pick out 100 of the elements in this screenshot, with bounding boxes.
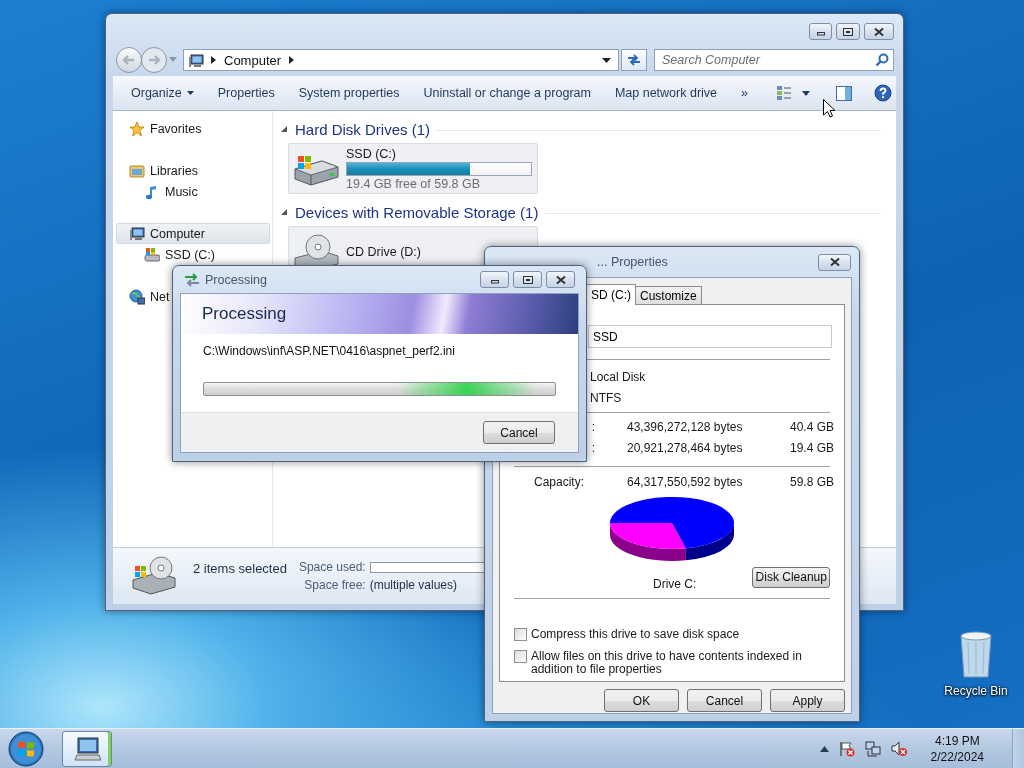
command-button[interactable]: Uninstall or change a program bbox=[415, 82, 599, 104]
nav-item[interactable]: SSD (C:) bbox=[116, 244, 270, 265]
caret-icon bbox=[802, 90, 810, 96]
clock[interactable]: 4:19 PM 2/22/2024 bbox=[930, 733, 984, 764]
drive-label: Drive C: bbox=[653, 576, 698, 591]
maximize-icon bbox=[841, 26, 855, 37]
preview-pane-button[interactable] bbox=[834, 83, 854, 103]
space-label: : bbox=[591, 418, 595, 436]
close-button[interactable] bbox=[818, 253, 851, 271]
checkbox[interactable] bbox=[514, 628, 527, 641]
size-value: 59.8 GB bbox=[790, 473, 835, 491]
computer-icon bbox=[188, 52, 205, 68]
menu-button[interactable]: Organize bbox=[123, 82, 202, 104]
chevron-right-icon bbox=[211, 56, 216, 64]
nav-item[interactable]: Computer bbox=[116, 223, 270, 244]
breadcrumb[interactable]: Computer bbox=[222, 52, 284, 68]
help-button[interactable] bbox=[872, 82, 894, 104]
space-label: : bbox=[591, 439, 595, 457]
file-path: C:\Windows\inf\ASP.NET\0416\aspnet_perf2.ini bbox=[203, 344, 456, 358]
nav-item[interactable]: Net bbox=[116, 286, 270, 307]
caret-icon bbox=[186, 91, 194, 95]
drive-tile[interactable]: SSD (C:) 19.4 GB free of 59.8 GB bbox=[288, 143, 538, 194]
clock-date: 2/22/2024 bbox=[930, 749, 984, 764]
drive-name-field[interactable]: SSD bbox=[588, 325, 832, 348]
nav-item[interactable]: Libraries bbox=[116, 160, 270, 181]
size-value: 40.4 GB bbox=[790, 418, 835, 436]
recycle-bin-icon[interactable] bbox=[958, 630, 994, 680]
drive-type: Local Disk bbox=[590, 369, 646, 384]
checkbox[interactable] bbox=[514, 650, 527, 663]
search-field[interactable]: Search Computer bbox=[654, 49, 894, 71]
refresh-button[interactable] bbox=[621, 49, 647, 71]
detail-value: (multiple values) bbox=[369, 578, 459, 592]
globe-icon bbox=[129, 288, 145, 305]
views-dropdown-button[interactable] bbox=[800, 88, 812, 98]
drive-name: CD Drive (D:) bbox=[346, 244, 422, 259]
network-icon[interactable] bbox=[864, 740, 881, 757]
dialog-heading: Processing bbox=[202, 304, 287, 324]
byte-count: 64,317,550,592 bytes bbox=[627, 473, 744, 491]
collapse-arrow-icon[interactable] bbox=[281, 125, 288, 133]
dialog-button[interactable]: OK bbox=[604, 689, 679, 712]
muted-speaker-icon[interactable] bbox=[890, 740, 907, 757]
minimize-button[interactable] bbox=[480, 271, 509, 288]
group-header: Hard Disk Drives (1) bbox=[295, 120, 430, 138]
group-header: Devices with Removable Storage (1) bbox=[295, 203, 539, 221]
close-button[interactable] bbox=[864, 23, 894, 40]
byte-count: 43,396,272,128 bytes bbox=[627, 418, 744, 436]
views-button[interactable] bbox=[774, 83, 794, 103]
selection-summary: 2 items selected bbox=[193, 561, 287, 576]
maximize-button[interactable] bbox=[513, 271, 542, 288]
start-button[interactable] bbox=[7, 729, 45, 768]
dropdown-caret-icon[interactable] bbox=[602, 57, 611, 63]
minimize-button[interactable] bbox=[809, 23, 832, 40]
tab[interactable]: Customize bbox=[635, 286, 702, 304]
desktop-icon-label[interactable]: Recycle Bin bbox=[944, 684, 1008, 698]
library-icon bbox=[129, 162, 145, 179]
drive-name: SSD (C:) bbox=[346, 146, 397, 161]
disk-cleanup-button[interactable]: Disk Cleanup bbox=[752, 566, 830, 588]
capacity-label: Capacity: bbox=[533, 473, 586, 491]
file-system: NTFS bbox=[590, 390, 622, 405]
nav-item[interactable]: Music bbox=[116, 181, 270, 202]
window-title: ... Properties bbox=[597, 255, 669, 269]
computer-icon bbox=[73, 735, 101, 762]
checkbox-label: Compress this drive to save disk space bbox=[531, 628, 741, 641]
taskbar-button[interactable] bbox=[62, 730, 112, 767]
checkbox-label: Allow files on this drive to have contents indexed in addition to file properties bbox=[531, 650, 803, 676]
close-button[interactable] bbox=[546, 271, 575, 288]
maximize-icon bbox=[520, 274, 535, 285]
clock-time: 4:19 PM bbox=[934, 733, 980, 748]
file-transfer-icon bbox=[184, 272, 200, 287]
free-space-text: 19.4 GB free of 59.8 GB bbox=[346, 176, 482, 191]
detail-label: Space used: bbox=[298, 560, 366, 574]
command-button[interactable]: Properties bbox=[209, 82, 283, 104]
chevron-right-icon bbox=[289, 56, 295, 64]
help-icon bbox=[874, 84, 892, 102]
tab[interactable]: SD (C:) bbox=[586, 284, 636, 305]
preview-pane-icon bbox=[836, 85, 852, 101]
flag-icon[interactable] bbox=[838, 740, 855, 757]
collapse-arrow-icon[interactable] bbox=[281, 208, 288, 216]
window-title: Processing bbox=[205, 272, 268, 287]
dialog-button[interactable]: Cancel bbox=[687, 689, 762, 712]
address-bar[interactable]: Computer bbox=[183, 49, 619, 71]
nav-item[interactable]: Favorites bbox=[116, 118, 270, 139]
size-value: 19.4 GB bbox=[790, 439, 835, 457]
search-icon bbox=[875, 53, 889, 67]
star-icon bbox=[129, 120, 145, 137]
views-icon bbox=[776, 85, 792, 101]
byte-count: 20,921,278,464 bytes bbox=[627, 439, 744, 457]
maximize-button[interactable] bbox=[836, 23, 860, 40]
command-button[interactable]: System properties bbox=[290, 82, 408, 104]
command-button[interactable]: Map network drive bbox=[606, 82, 726, 104]
show-hidden-icons-button[interactable] bbox=[819, 745, 829, 752]
more-commands-button[interactable]: » bbox=[733, 82, 756, 104]
dialog-button[interactable]: Apply bbox=[770, 689, 845, 712]
refresh-icon bbox=[626, 53, 642, 67]
drives-icon bbox=[131, 554, 179, 596]
close-icon bbox=[872, 26, 886, 37]
drive-icon bbox=[144, 246, 160, 263]
computer-icon bbox=[129, 225, 145, 242]
cancel-button[interactable]: Cancel bbox=[483, 421, 555, 444]
detail-label: Space free: bbox=[303, 578, 366, 592]
